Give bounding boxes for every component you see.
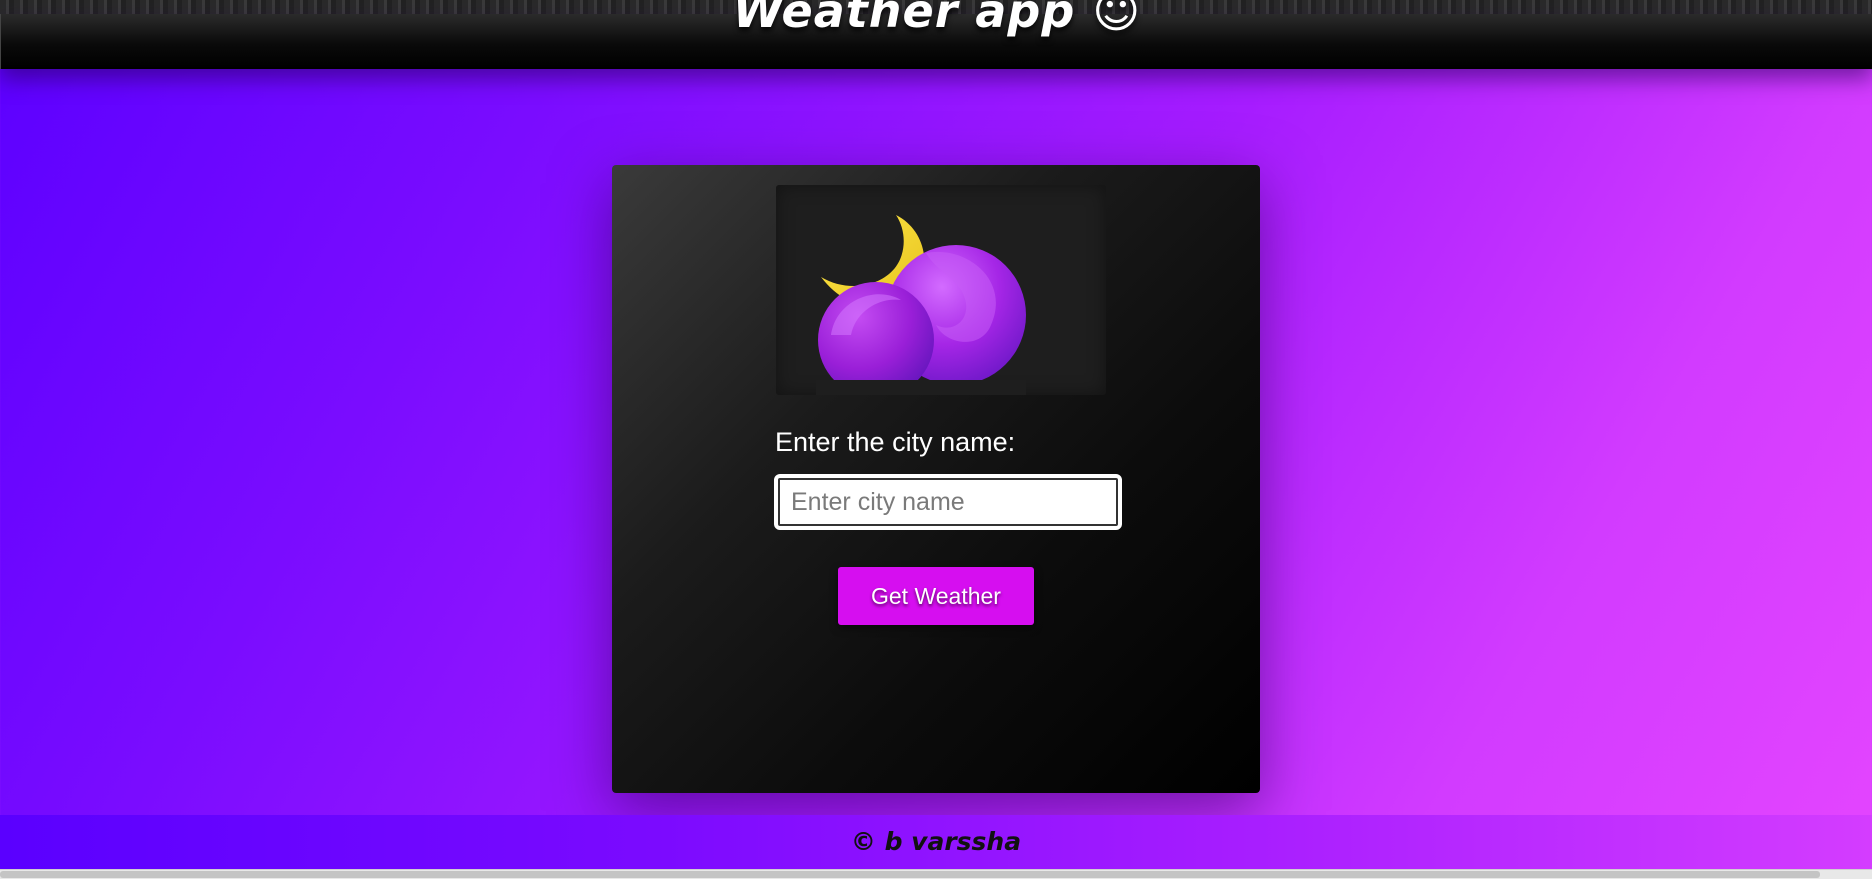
get-weather-button[interactable]: Get Weather [838, 567, 1034, 625]
scrollbar-thumb[interactable] [0, 871, 1820, 878]
city-input[interactable] [774, 474, 1122, 530]
app-title: Weather app ☺ [732, 0, 1142, 38]
weather-card: Enter the city name: Get Weather [612, 165, 1260, 793]
footer-credit: © b varssha [850, 827, 1022, 856]
weather-logo [776, 185, 1106, 395]
footer: © b varssha [0, 815, 1872, 869]
city-label: Enter the city name: [775, 427, 1016, 457]
moon-and-cloud-icon [816, 215, 1026, 395]
app-header: Weather app ☺ [0, 0, 1872, 69]
